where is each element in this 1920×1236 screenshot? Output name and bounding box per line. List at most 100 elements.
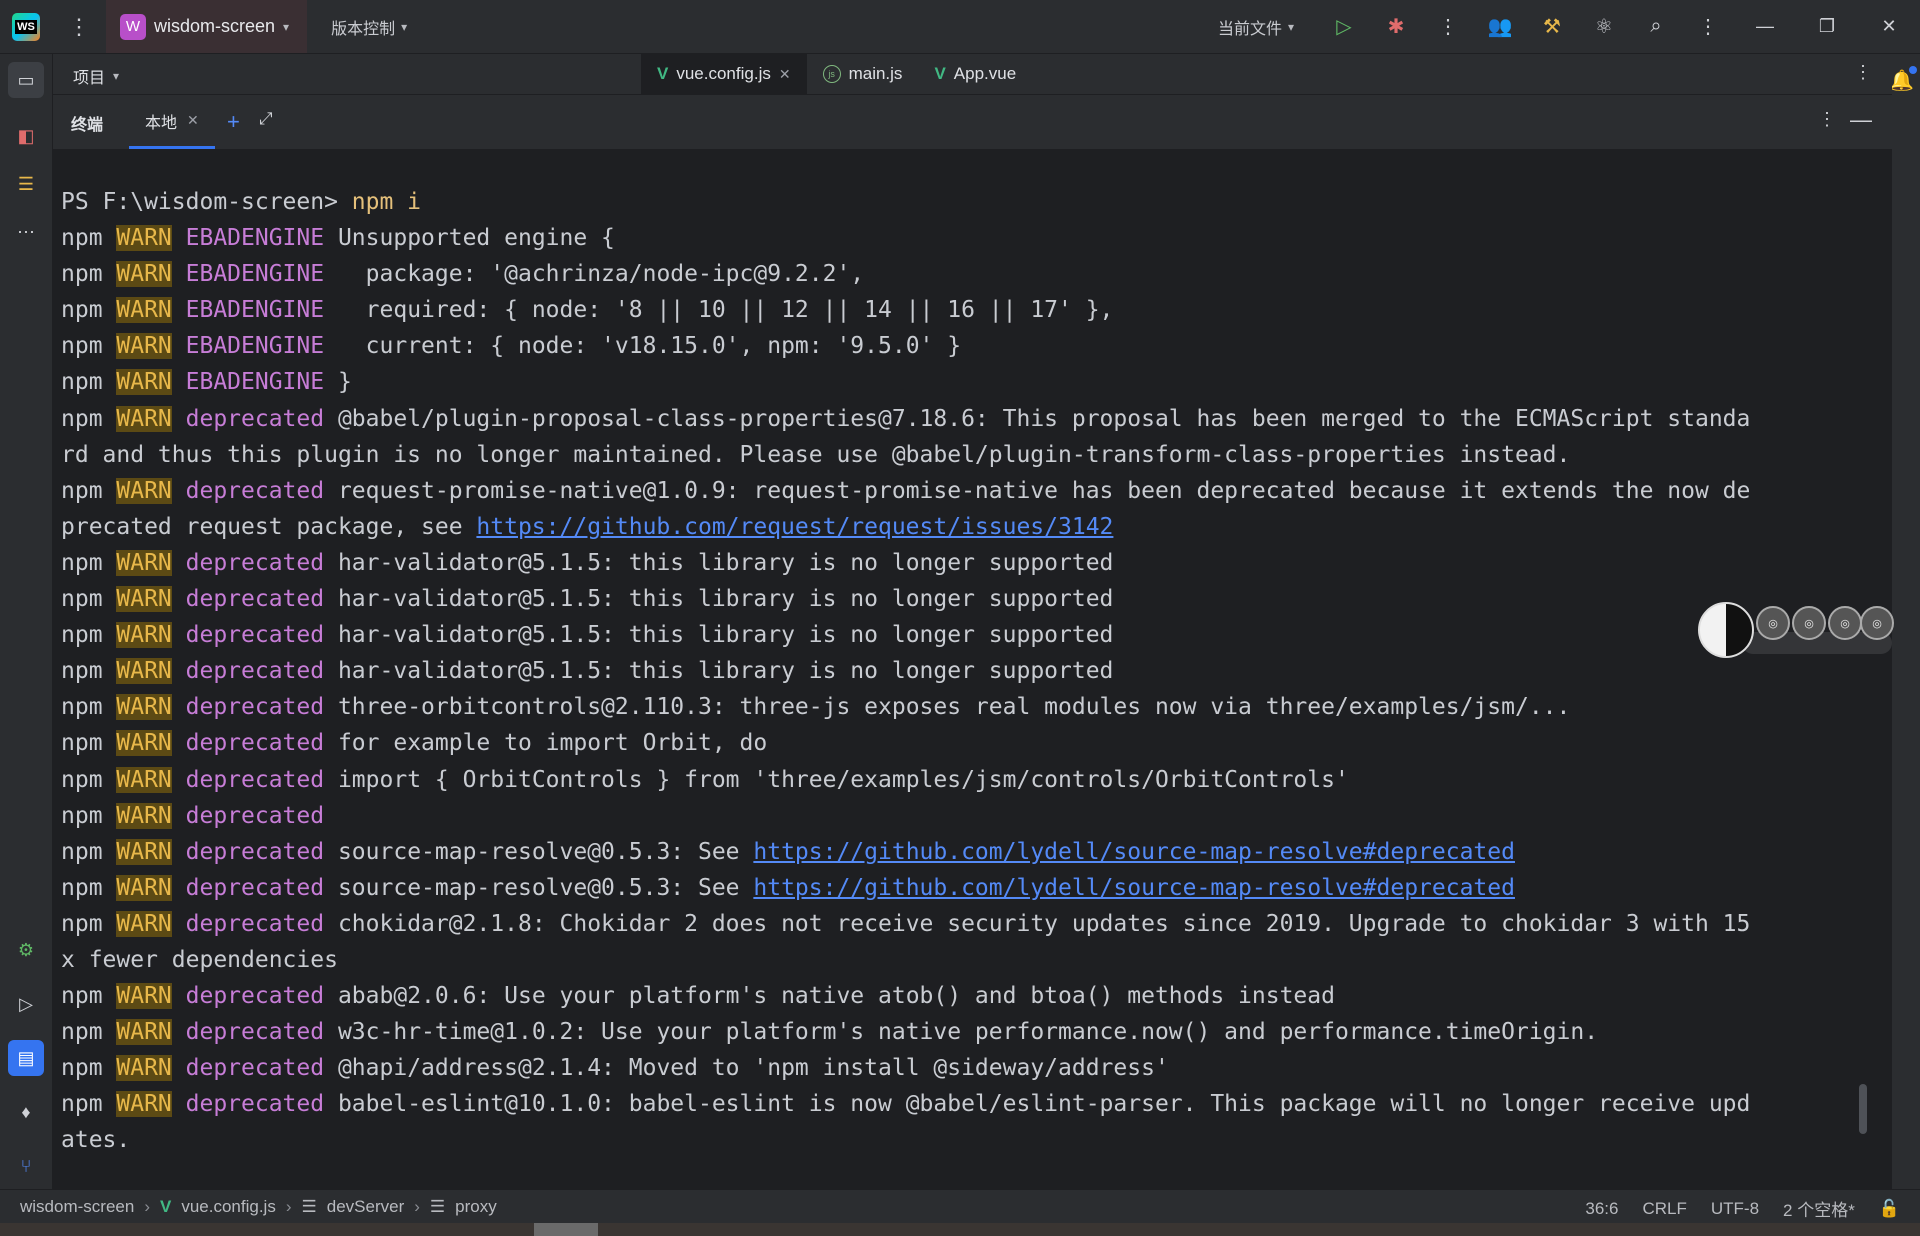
npm-label: npm [61, 261, 117, 288]
hide-terminal-icon[interactable]: — [1850, 107, 1872, 133]
warn-kind: deprecated [171, 586, 325, 613]
structure-tool-icon[interactable]: ◧ [8, 118, 44, 154]
close-icon[interactable]: ✕ [779, 66, 791, 83]
vue-icon: V [934, 64, 946, 83]
more-tools-icon[interactable]: ⋯ [8, 214, 44, 250]
terminal-line: ates. [61, 1122, 1869, 1158]
lock-icon[interactable]: 🔓 [1879, 1199, 1900, 1219]
npm-label: npm [61, 477, 117, 504]
warn-kind: deprecated [171, 1055, 325, 1082]
npm-label: npm [61, 910, 117, 937]
warn-badge: WARN [116, 297, 172, 324]
minimize-button[interactable]: — [1734, 0, 1796, 53]
debug-icon[interactable]: ✱ [1370, 0, 1422, 53]
project-tool-icon[interactable]: ▭ [8, 62, 44, 98]
indent-setting[interactable]: 2 个空格* [1783, 1196, 1855, 1221]
chevron-right-icon: › [285, 1196, 292, 1216]
line-text: required: { node: '8 || 10 || 12 || 14 |… [324, 297, 1114, 324]
npm-label: npm [61, 1055, 117, 1082]
warn-badge: WARN [116, 658, 172, 685]
crumb-project[interactable]: wisdom-screen [20, 1197, 134, 1217]
line-ending[interactable]: CRLF [1642, 1199, 1686, 1219]
terminal-link[interactable]: https://github.com/lydell/source-map-res… [753, 875, 1515, 901]
bubble-icon: ◎ [1792, 606, 1826, 640]
tools-icon[interactable]: ⚒ [1526, 0, 1578, 53]
terminal-line: npm WARN deprecated w3c-hr-time@1.0.2: U… [61, 1014, 1869, 1050]
npm-label: npm [61, 730, 117, 757]
floating-widget[interactable]: ◎ ◎ ◎ ◎ [1698, 598, 1894, 662]
terminal-line: rd and thus this plugin is no longer mai… [61, 437, 1869, 473]
close-window-button[interactable]: ✕ [1858, 0, 1920, 53]
terminal-line: npm WARN deprecated source-map-resolve@0… [61, 834, 1869, 870]
terminal-line: npm WARN deprecated babel-eslint@10.1.0:… [61, 1086, 1869, 1122]
command-text: npm i [351, 189, 422, 215]
warn-kind: EBADENGINE [171, 225, 325, 252]
run-config-selector[interactable]: 当前文件 ▾ [1218, 15, 1294, 39]
webstorm-logo-icon[interactable]: WS [12, 12, 40, 41]
project-switcher[interactable]: W wisdom-screen ▾ [106, 0, 308, 53]
tab-label: vue.config.js [676, 64, 771, 83]
restore-button[interactable]: ❐ [1796, 0, 1858, 53]
npm-label: npm [61, 1091, 117, 1118]
terminal-line: precated request package, see https://gi… [61, 509, 1869, 545]
line-text: for example to import Orbit, do [324, 730, 768, 757]
settings-icon[interactable]: ⋮ [1682, 0, 1734, 53]
project-badge: W [120, 13, 146, 40]
warn-kind: deprecated [171, 983, 325, 1010]
more-actions-icon[interactable]: ⋮ [1422, 0, 1474, 53]
git-tool-icon[interactable]: ⑂ [8, 1148, 44, 1184]
line-text: chokidar@2.1.8: Chokidar 2 does not rece… [324, 910, 1751, 937]
warn-kind: deprecated [171, 874, 325, 901]
code-with-me-icon[interactable]: 👥 [1474, 0, 1526, 53]
tab-vue-config[interactable]: V vue.config.js ✕ [641, 54, 807, 94]
crumb-proxy[interactable]: proxy [455, 1197, 497, 1217]
ai-assistant-icon[interactable]: ⚛ [1578, 0, 1630, 53]
terminal-link[interactable]: https://github.com/request/request/issue… [476, 514, 1113, 540]
npm-label: npm [61, 1019, 117, 1046]
cursor-position[interactable]: 36:6 [1585, 1199, 1618, 1219]
tab-app-vue[interactable]: V App.vue [918, 54, 1032, 94]
main-menu-icon[interactable]: ⋮ [68, 14, 90, 40]
crumb-file[interactable]: vue.config.js [181, 1197, 276, 1217]
terminal-link[interactable]: https://github.com/lydell/source-map-res… [753, 839, 1515, 865]
npm-label: npm [61, 586, 117, 613]
scrollbar[interactable] [1859, 1084, 1867, 1134]
npm-label: npm [61, 658, 117, 685]
project-view-selector[interactable]: 项目 ▾ [73, 64, 119, 88]
close-icon[interactable]: ✕ [187, 112, 199, 129]
notification-dot [1909, 66, 1917, 74]
expand-icon[interactable]: ⤢ [259, 109, 273, 129]
terminal-line: npm WARN deprecated har-validator@5.1.5:… [61, 581, 1869, 617]
tab-options-icon[interactable]: ⋮ [1854, 62, 1872, 83]
terminal-tab-local[interactable]: 本地 ✕ [129, 95, 215, 149]
warn-kind: deprecated [171, 766, 325, 793]
vcs-widget[interactable]: 版本控制 ▾ [331, 15, 407, 39]
npm-label: npm [61, 405, 117, 432]
problems-tool-icon[interactable]: ♦ [8, 1094, 44, 1130]
warn-badge: WARN [116, 369, 172, 396]
line-text: source-map-resolve@0.5.3: See [324, 838, 754, 865]
bookmarks-tool-icon[interactable]: ☰ [8, 166, 44, 202]
terminal-options-icon[interactable]: ⋮ [1818, 109, 1836, 130]
warn-kind: deprecated [171, 910, 325, 937]
warn-kind: deprecated [171, 838, 325, 865]
run-tool-icon[interactable]: ▷ [8, 986, 44, 1022]
chevron-down-icon: ▾ [1287, 19, 1294, 34]
terminal-line: npm WARN EBADENGINE Unsupported engine { [61, 220, 1869, 256]
warn-badge: WARN [116, 766, 172, 793]
terminal-output[interactable]: PS F:\wisdom-screen> npm i npm WARN EBADE… [53, 150, 1869, 1188]
terminal-tool-icon[interactable]: ▤ [8, 1040, 44, 1076]
new-terminal-icon[interactable]: + [227, 109, 240, 135]
line-text: source-map-resolve@0.5.3: See [324, 874, 754, 901]
run-icon[interactable]: ▷ [1318, 0, 1370, 53]
npm-label: npm [61, 622, 117, 649]
list-icon: ☰ [301, 1196, 317, 1216]
warn-badge: WARN [116, 910, 172, 937]
search-icon[interactable]: ⌕ [1630, 0, 1682, 53]
chevron-right-icon: › [144, 1196, 150, 1216]
crumb-devserver[interactable]: devServer [327, 1197, 404, 1217]
line-text: import { OrbitControls } from 'three/exa… [324, 766, 1349, 793]
services-gear-icon[interactable]: ⚙ [8, 932, 44, 968]
tab-main-js[interactable]: js main.js [807, 54, 919, 94]
file-encoding[interactable]: UTF-8 [1711, 1199, 1759, 1219]
